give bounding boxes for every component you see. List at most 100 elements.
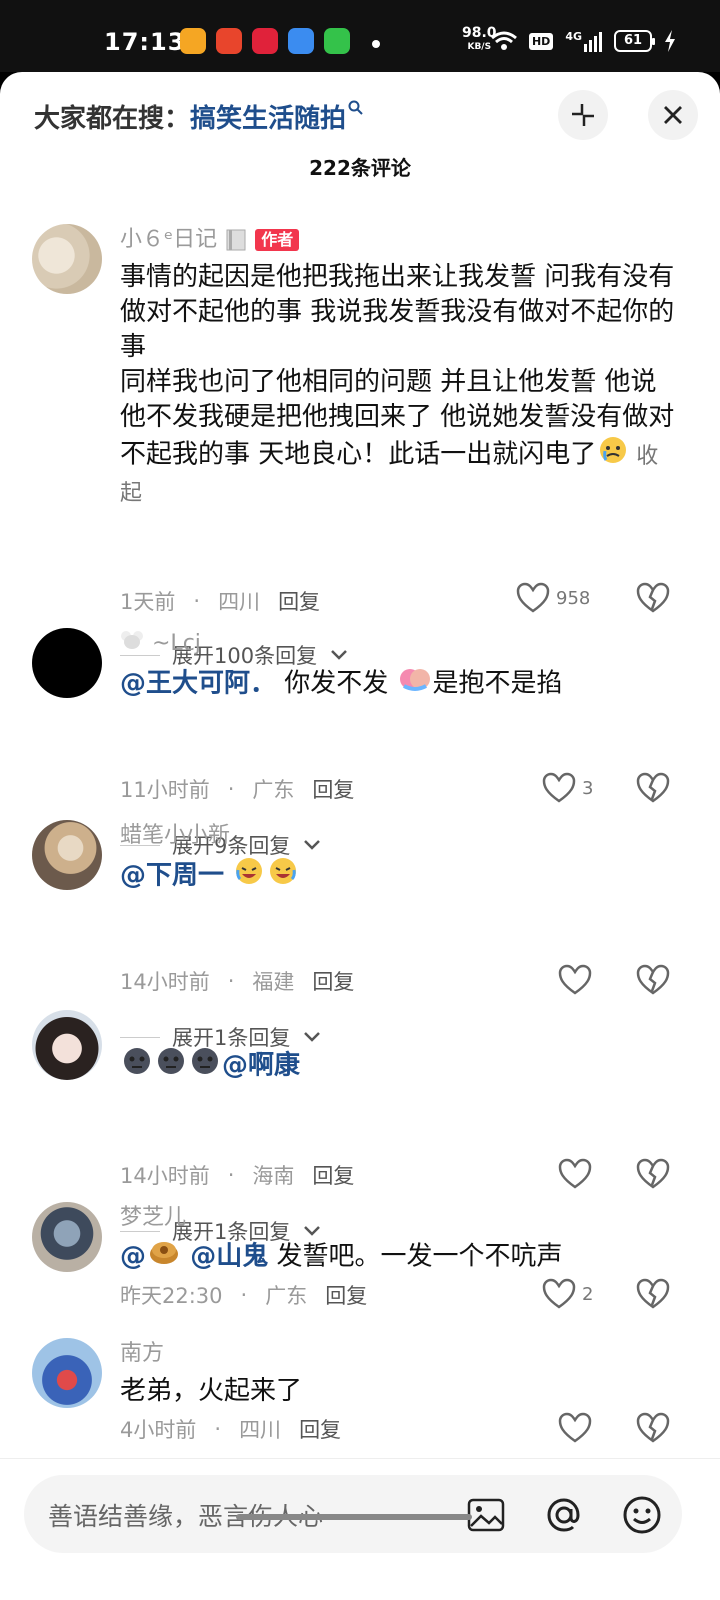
- comment-user[interactable]: 南方: [120, 1338, 676, 1370]
- comment-body: 南方 老弟，火起来了: [120, 1338, 676, 1409]
- comment-text[interactable]: 事情的起因是他把我拖出来让我发誓 问我有没有做对不起他的事 我说我发誓我没有做对…: [120, 260, 676, 511]
- close-button[interactable]: [648, 90, 698, 140]
- heart-icon: [558, 964, 592, 995]
- search-icon: [348, 100, 363, 115]
- laughing-crying-emoji: [268, 856, 298, 896]
- dislike-button[interactable]: [636, 964, 670, 1000]
- dark-moon-face-emoji: [156, 1046, 186, 1086]
- dislike-button[interactable]: [636, 1158, 670, 1194]
- dark-moon-face-emoji: [122, 1046, 152, 1086]
- reply-button[interactable]: 回复: [278, 586, 320, 616]
- comment-text[interactable]: @王大可阿． 你发不发 是抱不是掐: [120, 664, 676, 704]
- broken-heart-icon: [636, 1278, 670, 1309]
- user-mention[interactable]: @下周一: [120, 861, 224, 891]
- status-time: 17:13: [104, 28, 186, 56]
- avatar[interactable]: [32, 628, 102, 698]
- app-notification-icon: [216, 28, 242, 54]
- dislike-button[interactable]: [636, 1278, 670, 1314]
- comment-input-bar: 善语结善缘，恶言伤人心: [0, 1458, 720, 1600]
- author-badge: 作者: [255, 229, 300, 251]
- more-notifications-dot: [372, 40, 380, 48]
- comment-user[interactable]: 蜡笔小小新: [120, 820, 676, 852]
- username[interactable]: 南方: [120, 1338, 164, 1370]
- status-right: HD 4G 61: [491, 30, 676, 52]
- like-button[interactable]: 2: [542, 1278, 593, 1310]
- comment-user[interactable]: 梦芝儿: [120, 1202, 676, 1234]
- comment-user[interactable]: 小６ᵉ日记 作者: [120, 224, 676, 256]
- comment-time: 4小时前: [120, 1418, 197, 1442]
- username[interactable]: 蜡笔小小新: [120, 820, 230, 852]
- avatar[interactable]: [32, 1338, 102, 1408]
- comment-time: 14小时前: [120, 1164, 210, 1188]
- avatar[interactable]: [32, 1010, 102, 1080]
- reply-button[interactable]: 回复: [312, 774, 354, 804]
- user-mention[interactable]: @: [120, 1242, 146, 1272]
- heart-icon: [558, 1412, 592, 1443]
- comment-meta: 11小时前 · 广东 回复: [120, 774, 354, 804]
- smiley-icon: [623, 1496, 661, 1534]
- notification-icons: [180, 28, 350, 54]
- search-prefix: 大家都在搜：: [34, 104, 191, 134]
- comment-body: 梦芝儿 @ @山鬼 发誓吧。一发一个不吭声: [120, 1202, 676, 1276]
- app-notification-icon: [180, 28, 206, 54]
- comment-meta: 1天前 · 四川 回复: [120, 586, 320, 616]
- dislike-button[interactable]: [636, 1412, 670, 1448]
- comment-text[interactable]: @啊康: [120, 1046, 676, 1086]
- collapse-icon: [572, 104, 594, 126]
- comment-text[interactable]: 老弟，火起来了: [120, 1374, 676, 1409]
- reply-button[interactable]: 回复: [312, 1160, 354, 1190]
- like-button[interactable]: 958: [516, 582, 590, 614]
- notebook-icon: [226, 229, 246, 251]
- network-type: 4G: [565, 30, 582, 43]
- like-button[interactable]: [558, 1158, 598, 1190]
- broken-heart-icon: [636, 582, 670, 613]
- heart-icon: [542, 1278, 576, 1309]
- like-count: 2: [582, 1283, 594, 1305]
- search-suggestion[interactable]: 大家都在搜：搞笑生活随拍: [34, 98, 364, 135]
- comment-text-content: 是抱不是掐: [432, 668, 563, 699]
- username[interactable]: 小６ᵉ日记: [120, 224, 217, 256]
- home-indicator[interactable]: [236, 1514, 472, 1520]
- app-notification-icon: [288, 28, 314, 54]
- avatar[interactable]: [32, 224, 102, 294]
- user-mention[interactable]: @王大可阿．: [120, 669, 276, 699]
- dislike-button[interactable]: [636, 772, 670, 808]
- dislike-button[interactable]: [636, 582, 670, 618]
- mention-button[interactable]: [542, 1493, 586, 1537]
- like-button[interactable]: [558, 1412, 598, 1444]
- comment-body: ~Lcj @王大可阿． 你发不发 是抱不是掐: [120, 628, 676, 704]
- collapse-button[interactable]: [558, 90, 608, 140]
- heart-icon: [558, 1158, 592, 1189]
- wifi-icon: [491, 31, 517, 50]
- avatar[interactable]: [32, 820, 102, 890]
- like-count: 958: [556, 587, 591, 609]
- hd-badge: HD: [528, 32, 554, 50]
- user-mention[interactable]: @山鬼: [190, 1242, 268, 1272]
- avatar[interactable]: [32, 1202, 102, 1272]
- like-button[interactable]: [558, 964, 598, 996]
- reply-button[interactable]: 回复: [312, 966, 354, 996]
- user-mention[interactable]: @啊康: [222, 1051, 300, 1081]
- comment-user[interactable]: ~Lcj: [120, 628, 676, 660]
- comment-text[interactable]: @ @山鬼 发誓吧。一发一个不吭声: [120, 1238, 676, 1276]
- username[interactable]: 梦芝儿: [120, 1202, 186, 1234]
- like-button[interactable]: 3: [542, 772, 593, 804]
- username[interactable]: ~Lcj: [152, 628, 201, 660]
- laughing-crying-emoji: [234, 856, 264, 896]
- at-icon: [547, 1498, 580, 1532]
- image-icon: [467, 1498, 505, 1532]
- status-bar: 17:13 98.0 KB/S HD 4G 61: [0, 0, 720, 72]
- app-notification-icon: [252, 28, 278, 54]
- search-term[interactable]: 搞笑生活随拍: [190, 104, 346, 134]
- charging-icon: [665, 30, 675, 52]
- reply-button[interactable]: 回复: [299, 1414, 341, 1444]
- comment-text-content: 发誓吧。一发一个不吭声: [268, 1241, 563, 1272]
- emoji-button[interactable]: [620, 1493, 664, 1537]
- comment-sheet: 大家都在搜：搞笑生活随拍 222条评论 小６ᵉ日记 作者 事情的起因是他把我拖出…: [0, 72, 720, 1600]
- hugging-emoji: [399, 664, 431, 704]
- app-notification-icon: [324, 28, 350, 54]
- comment-location: 海南: [252, 1164, 295, 1188]
- comment-text[interactable]: @下周一: [120, 856, 676, 896]
- comment-user[interactable]: [120, 1010, 676, 1042]
- reply-button[interactable]: 回复: [325, 1280, 367, 1310]
